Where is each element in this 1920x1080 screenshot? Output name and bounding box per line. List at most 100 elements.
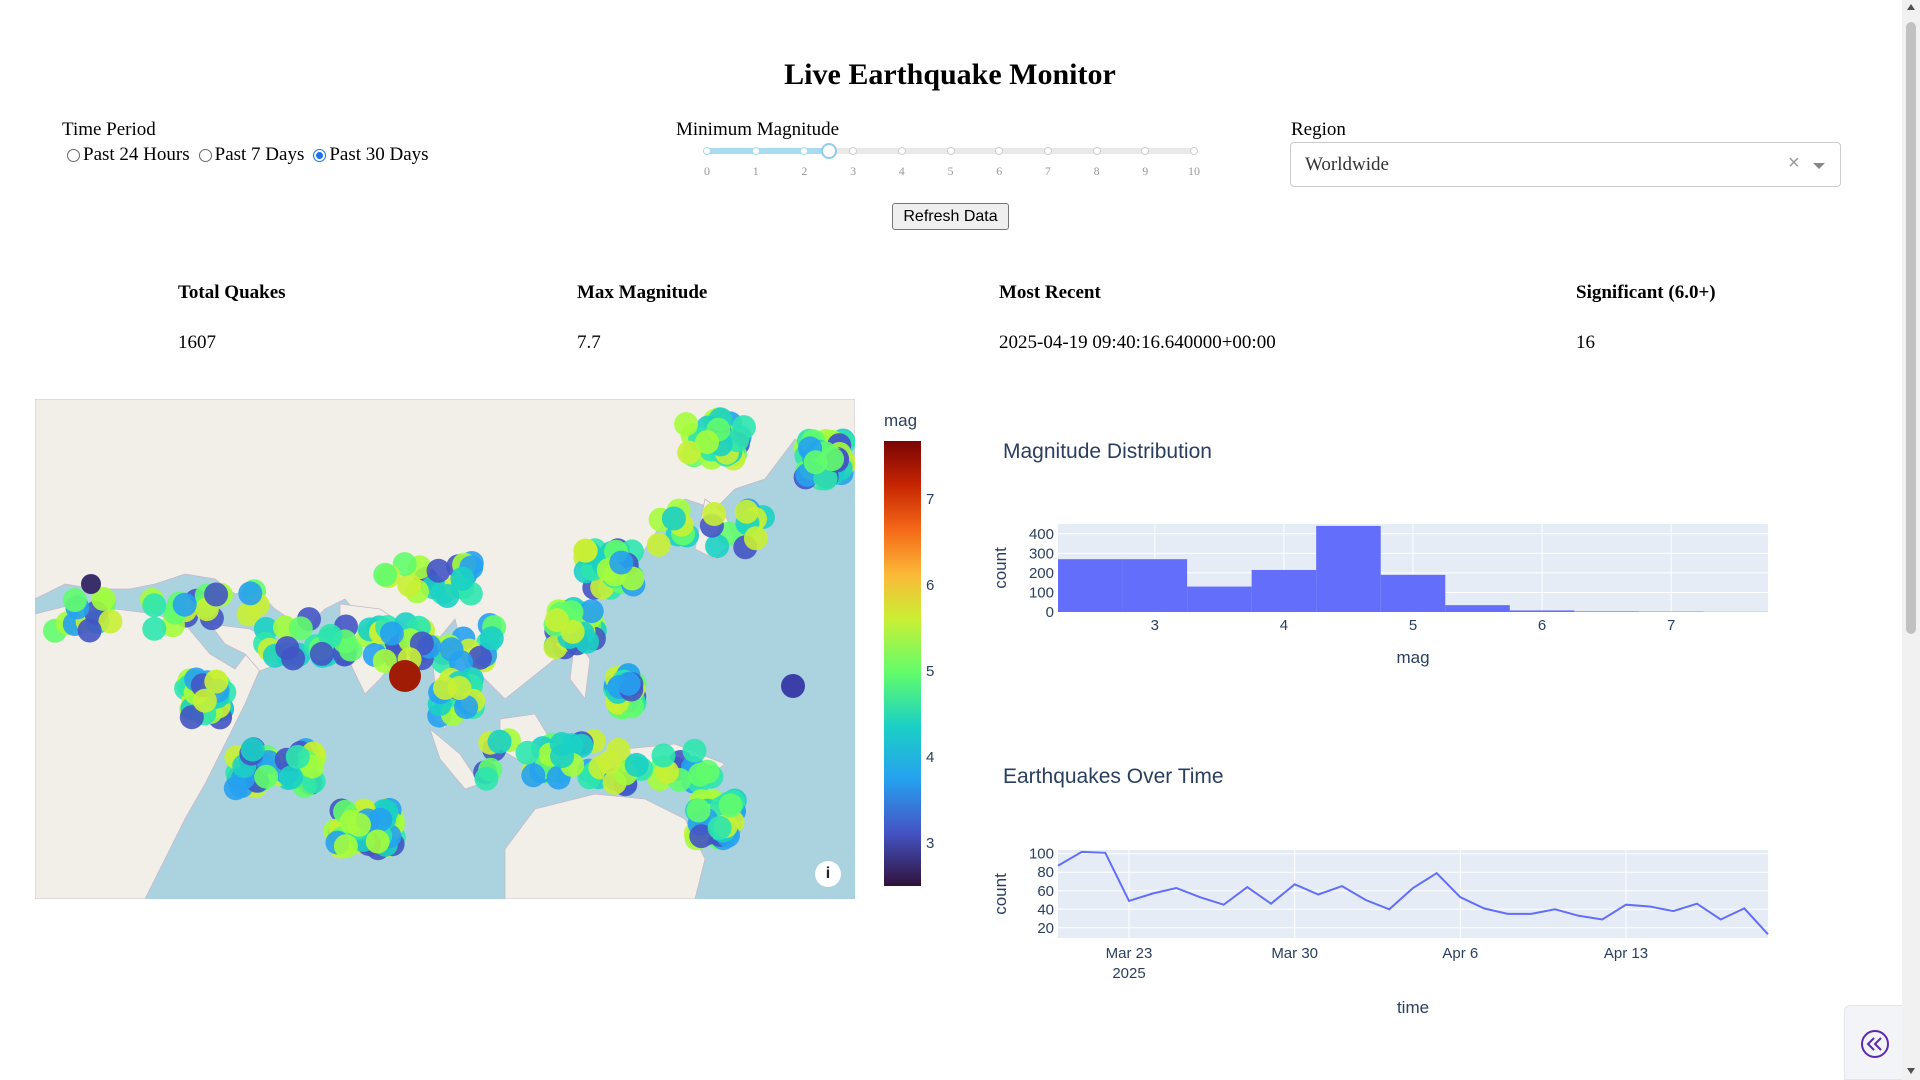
quake-marker[interactable] (142, 593, 167, 618)
slider-mark-label[interactable]: 1 (741, 164, 771, 179)
quake-marker[interactable] (521, 763, 546, 788)
slider-mark-label[interactable]: 10 (1179, 164, 1209, 179)
chevron-down-icon[interactable] (1813, 163, 1825, 169)
quake-marker[interactable] (98, 609, 123, 634)
quake-marker[interactable] (573, 538, 598, 563)
scroll-up-icon[interactable] (1907, 4, 1915, 10)
slider-mark-label[interactable]: 0 (692, 164, 722, 179)
min-magnitude-slider[interactable]: 0 1 2 3 4 5 6 7 8 9 10 (703, 142, 1200, 182)
quake-marker[interactable] (695, 430, 720, 455)
refresh-data-button[interactable]: Refresh Data (892, 203, 1009, 230)
quake-marker[interactable] (597, 750, 622, 775)
quake-marker[interactable] (240, 737, 265, 762)
quake-marker[interactable] (373, 562, 398, 587)
quake-marker[interactable] (347, 812, 371, 837)
slider-mark-label[interactable]: 5 (936, 164, 966, 179)
quake-marker[interactable] (309, 641, 334, 666)
quake-marker[interactable] (705, 534, 730, 559)
slider-dot[interactable] (751, 147, 760, 155)
quake-marker[interactable] (515, 740, 540, 765)
quake-marker[interactable] (142, 616, 167, 641)
quake-marker[interactable] (646, 532, 671, 557)
quake-marker-max[interactable] (389, 660, 421, 692)
histogram-bar[interactable] (1380, 574, 1446, 612)
quake-marker[interactable] (223, 776, 248, 801)
scroll-down-icon[interactable] (1907, 1068, 1915, 1074)
quake-marker[interactable] (674, 412, 699, 437)
quake-marker[interactable] (544, 608, 569, 633)
quake-marker[interactable] (379, 621, 404, 646)
quake-marker[interactable] (333, 834, 358, 859)
slider-handle[interactable] (820, 143, 837, 159)
quake-marker[interactable] (172, 592, 197, 617)
quake-marker[interactable] (718, 793, 743, 818)
quake-marker[interactable] (487, 729, 512, 754)
slider-mark-label[interactable]: 7 (1033, 164, 1063, 179)
quake-marker[interactable] (688, 762, 712, 787)
quake-marker[interactable] (686, 798, 711, 823)
quake-marker[interactable] (254, 764, 279, 789)
quake-marker[interactable] (474, 766, 499, 791)
slider-mark-label[interactable]: 6 (984, 164, 1014, 179)
quake-marker[interactable] (204, 582, 229, 607)
histogram-bar[interactable] (1058, 559, 1123, 612)
slider-dot[interactable] (946, 147, 955, 155)
histogram-bar[interactable] (1445, 605, 1510, 612)
slider-mark-label[interactable]: 2 (789, 164, 819, 179)
scrollbar-thumb[interactable] (1906, 22, 1916, 634)
slider-dot[interactable] (703, 147, 711, 155)
quake-marker[interactable] (682, 738, 707, 763)
quake-marker[interactable] (81, 574, 101, 594)
quake-marker[interactable] (397, 573, 422, 597)
quake-marker[interactable] (609, 550, 634, 575)
quake-marker[interactable] (734, 499, 759, 524)
histogram-bar[interactable] (1251, 569, 1317, 612)
radio-checked-icon[interactable] (313, 148, 327, 162)
quake-marker[interactable] (781, 674, 805, 698)
quake-marker[interactable] (279, 765, 303, 790)
histogram-bar[interactable] (1574, 611, 1639, 612)
radio-past-24-hours[interactable]: Past 24 Hours (62, 144, 190, 166)
quake-marker[interactable] (204, 669, 229, 694)
quake-marker[interactable] (616, 671, 641, 696)
quake-marker[interactable] (743, 526, 768, 551)
slider-dot[interactable] (897, 147, 906, 155)
radio-circle-icon[interactable] (198, 148, 212, 162)
quake-marker[interactable] (285, 744, 310, 769)
quake-marker[interactable] (707, 815, 732, 840)
quake-marker[interactable] (281, 646, 306, 671)
slider-dot[interactable] (1190, 147, 1198, 155)
quake-marker[interactable] (702, 502, 727, 526)
histogram-bar[interactable] (1509, 610, 1575, 612)
radio-past-7-days[interactable]: Past 7 Days (194, 144, 304, 166)
radio-past-30-days[interactable]: Past 30 Days (308, 144, 429, 166)
quake-marker[interactable] (365, 829, 390, 854)
histogram-bar[interactable] (1187, 586, 1252, 612)
radio-circle-icon[interactable] (67, 148, 80, 162)
slider-mark-label[interactable]: 3 (838, 164, 868, 179)
info-icon[interactable]: i (815, 861, 841, 887)
slider-mark-label[interactable]: 9 (1130, 164, 1160, 179)
quake-marker[interactable] (651, 743, 676, 768)
devtools-toggle-button[interactable] (1844, 1005, 1902, 1080)
earthquake-map[interactable]: i (35, 399, 855, 899)
quake-marker[interactable] (433, 675, 457, 700)
histogram-bar[interactable] (1122, 559, 1188, 612)
quake-marker[interactable] (62, 588, 87, 613)
quake-marker[interactable] (479, 626, 504, 651)
quake-marker[interactable] (426, 558, 451, 583)
histogram-bar[interactable] (1316, 525, 1381, 612)
slider-dot[interactable] (1092, 147, 1101, 155)
slider-mark-label[interactable]: 4 (887, 164, 917, 179)
slider-mark-label[interactable]: 8 (1082, 164, 1112, 179)
quake-marker[interactable] (288, 616, 313, 641)
quake-marker[interactable] (77, 618, 102, 643)
quake-marker[interactable] (550, 744, 575, 769)
slider-dot[interactable] (1043, 147, 1052, 155)
quake-marker[interactable] (238, 581, 263, 606)
page-scrollbar[interactable] (1902, 0, 1920, 1080)
quake-marker[interactable] (820, 447, 845, 472)
clear-icon[interactable]: × (1788, 152, 1800, 175)
quake-marker[interactable] (661, 506, 686, 531)
quake-marker[interactable] (624, 752, 649, 777)
